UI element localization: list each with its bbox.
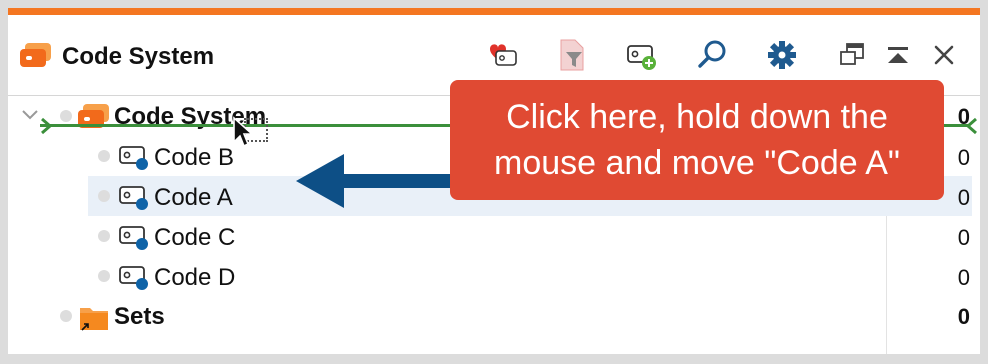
chevron-down-icon[interactable] (20, 108, 40, 122)
window-title: Code System (62, 43, 215, 70)
code-icon (119, 226, 148, 250)
status-dot (60, 110, 72, 122)
code-system-icon (20, 43, 51, 67)
tree-row-code[interactable]: Code D 0 (8, 256, 980, 296)
code-count: 0 (957, 304, 970, 329)
status-dot (98, 270, 110, 282)
new-code-button[interactable] (622, 35, 662, 75)
close-icon (934, 45, 954, 65)
tree-label: Code C (154, 224, 236, 251)
status-dot (98, 230, 110, 242)
code-icon (119, 186, 148, 210)
tree-label: Code A (154, 184, 233, 211)
status-dot (98, 190, 110, 202)
code-count: 0 (957, 265, 970, 290)
tree-row-code[interactable]: Code C 0 (8, 216, 980, 256)
search-button[interactable] (692, 35, 732, 75)
undock-button[interactable] (832, 35, 872, 75)
callout-line-1: Click here, hold down the (506, 98, 888, 136)
callout-line-2: mouse and move "Code A" (494, 144, 900, 182)
activate-codes-button[interactable] (482, 35, 522, 75)
tree-label: Code B (154, 144, 235, 171)
code-count: 0 (957, 145, 970, 170)
code-icon (119, 146, 148, 170)
drop-indicator-left-icon (41, 117, 53, 135)
tree-label: Code D (154, 264, 236, 291)
drop-indicator-right-icon (965, 117, 977, 135)
undock-icon (840, 43, 864, 65)
code-count: 0 (957, 185, 970, 210)
tree-row-sets[interactable]: Sets 0 (8, 296, 980, 336)
filter-button[interactable] (552, 35, 592, 75)
settings-icon (768, 41, 796, 69)
code-icon (119, 266, 148, 290)
new-code-icon (627, 45, 656, 70)
instruction-callout: Click here, hold down the mouse and move… (450, 80, 944, 200)
status-dot (98, 150, 110, 162)
window-accent-bar (8, 8, 980, 15)
collapse-icon (888, 47, 908, 63)
search-icon (698, 40, 726, 68)
filter-icon (560, 39, 584, 71)
mouse-pointer-icon (233, 116, 254, 148)
status-dot (60, 310, 72, 322)
settings-button[interactable] (762, 35, 802, 75)
code-count: 0 (957, 225, 970, 250)
collapse-button[interactable] (878, 35, 918, 75)
arrow-left-icon (296, 154, 476, 208)
folder-icon (80, 308, 108, 331)
activate-codes-icon (490, 44, 517, 66)
tree-label: Sets (114, 303, 165, 330)
close-button[interactable] (924, 35, 964, 75)
